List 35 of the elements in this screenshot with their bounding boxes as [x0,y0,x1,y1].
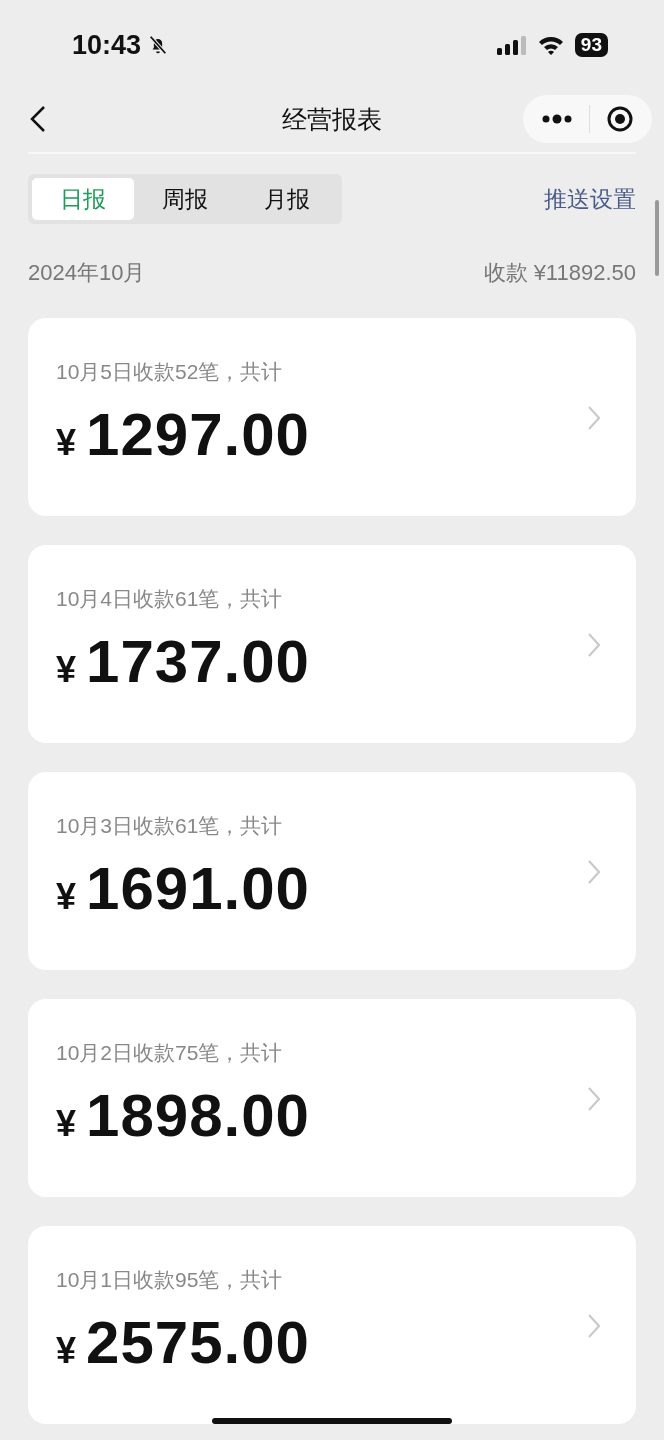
report-caption: 10月5日收款52笔，共计 [56,359,284,385]
report-caption: 10月3日收款61笔，共计 [56,813,284,839]
chevron-right-icon [588,1314,600,1338]
currency-symbol: ¥ [56,1330,77,1372]
chevron-right-icon [588,406,600,430]
page-title: 经营报表 [282,103,382,135]
chevron-right-icon [588,860,600,884]
report-caption: 10月1日收款95笔，共计 [56,1267,284,1293]
report-tab[interactable]: 月报 [236,178,338,220]
report-amount: 2575.00 [86,1308,310,1377]
report-tab[interactable]: 日报 [32,178,134,220]
battery-level: 93 [574,33,608,57]
daily-report-card[interactable]: 10月4日收款61笔，共计 ¥ 1737.00 [28,545,636,743]
chevron-right-icon [588,633,600,657]
status-time: 10:43 [72,29,142,61]
report-amount: 1898.00 [86,1081,310,1150]
daily-report-card[interactable]: 10月5日收款52笔，共计 ¥ 1297.00 [28,318,636,516]
month-total: 收款 ¥11892.50 [483,259,636,287]
daily-report-card[interactable]: 10月3日收款61笔，共计 ¥ 1691.00 [28,772,636,970]
signal-icon [496,35,527,55]
report-caption: 10月4日收款61笔，共计 [56,586,284,612]
month-label: 2024年10月 [28,259,146,287]
currency-symbol: ¥ [56,876,77,918]
currency-symbol: ¥ [56,1103,77,1145]
chevron-right-icon [588,1087,600,1111]
push-settings-link[interactable]: 推送设置 [544,183,636,215]
currency-symbol: ¥ [56,649,77,691]
report-amount: 1297.00 [86,400,310,469]
report-amount: 1691.00 [86,854,310,923]
report-tab[interactable]: 周报 [134,178,236,220]
report-caption: 10月2日收款75笔，共计 [56,1040,284,1066]
daily-report-card[interactable]: 10月1日收款95笔，共计 ¥ 2575.00 [28,1226,636,1424]
daily-report-card[interactable]: 10月2日收款75笔，共计 ¥ 1898.00 [28,999,636,1197]
report-amount: 1737.00 [86,627,310,696]
currency-symbol: ¥ [56,422,77,464]
